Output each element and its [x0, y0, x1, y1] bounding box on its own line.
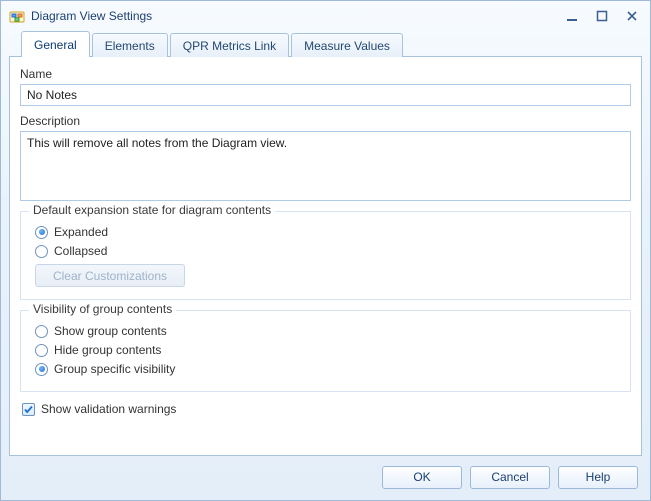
minimize-button[interactable] — [560, 8, 584, 24]
name-label: Name — [20, 67, 631, 81]
close-button[interactable] — [620, 8, 644, 24]
tab-general[interactable]: General — [21, 31, 90, 57]
radio-label: Show group contents — [54, 324, 167, 338]
description-textarea[interactable] — [20, 131, 631, 201]
clear-customizations-button[interactable]: Clear Customizations — [35, 264, 185, 287]
tab-panel-general: Name Description Default expansion state… — [9, 56, 642, 456]
checkbox-show-validation-warnings[interactable]: Show validation warnings — [22, 402, 631, 416]
group-legend: Default expansion state for diagram cont… — [29, 203, 275, 217]
radio-icon — [35, 226, 48, 239]
window-title: Diagram View Settings — [31, 9, 152, 23]
group-expansion-state: Default expansion state for diagram cont… — [20, 211, 631, 300]
radio-label: Expanded — [54, 225, 108, 239]
tab-qpr-metrics-link[interactable]: QPR Metrics Link — [170, 33, 289, 57]
tab-label: QPR Metrics Link — [183, 39, 276, 53]
maximize-button[interactable] — [590, 8, 614, 24]
tabstrip: General Elements QPR Metrics Link Measur… — [9, 31, 642, 57]
radio-show-group-contents[interactable]: Show group contents — [35, 324, 620, 338]
app-icon — [9, 8, 25, 24]
help-button[interactable]: Help — [558, 466, 638, 489]
radio-label: Group specific visibility — [54, 362, 175, 376]
radio-icon — [35, 325, 48, 338]
titlebar: Diagram View Settings — [1, 1, 650, 31]
checkbox-label: Show validation warnings — [41, 402, 176, 416]
group-legend: Visibility of group contents — [29, 302, 176, 316]
client-area: General Elements QPR Metrics Link Measur… — [9, 31, 642, 492]
radio-expanded[interactable]: Expanded — [35, 225, 620, 239]
name-input[interactable] — [20, 84, 631, 106]
ok-button[interactable]: OK — [382, 466, 462, 489]
cancel-button[interactable]: Cancel — [470, 466, 550, 489]
dialog-footer: OK Cancel Help — [9, 456, 642, 492]
checkbox-icon — [22, 403, 35, 416]
description-label: Description — [20, 114, 631, 128]
radio-icon — [35, 245, 48, 258]
radio-label: Collapsed — [54, 244, 107, 258]
radio-collapsed[interactable]: Collapsed — [35, 244, 620, 258]
radio-hide-group-contents[interactable]: Hide group contents — [35, 343, 620, 357]
tab-elements[interactable]: Elements — [92, 33, 168, 57]
tab-label: General — [34, 38, 77, 52]
tab-label: Measure Values — [304, 39, 390, 53]
radio-icon — [35, 344, 48, 357]
radio-group-specific-visibility[interactable]: Group specific visibility — [35, 362, 620, 376]
radio-label: Hide group contents — [54, 343, 161, 357]
group-visibility: Visibility of group contents Show group … — [20, 310, 631, 392]
dialog-window: Diagram View Settings General Elements Q… — [0, 0, 651, 501]
radio-icon — [35, 363, 48, 376]
tab-measure-values[interactable]: Measure Values — [291, 33, 403, 57]
tab-label: Elements — [105, 39, 155, 53]
